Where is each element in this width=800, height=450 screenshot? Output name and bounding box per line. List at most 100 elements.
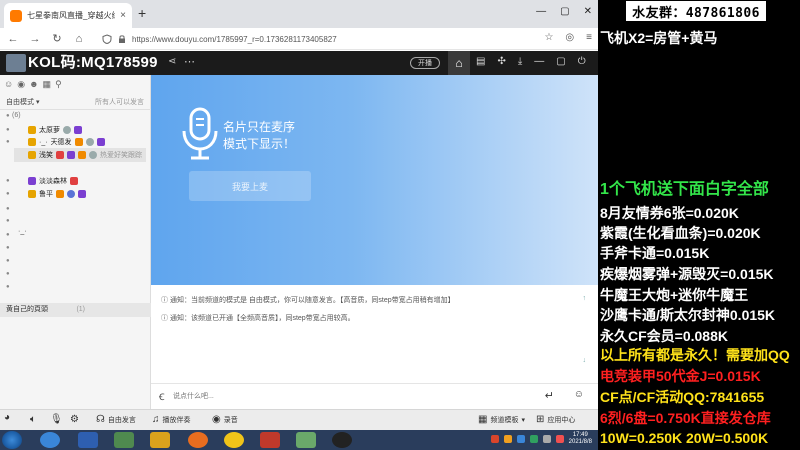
settings-icon[interactable]: ⚙: [70, 414, 79, 425]
record-button[interactable]: ◉ 录音: [212, 414, 238, 425]
tray-icon[interactable]: [529, 435, 538, 443]
headset-icon: ☊: [96, 414, 105, 425]
forward-button[interactable]: →: [26, 33, 44, 45]
left-panel-icons: ☺ ◉ ☻ ▦ ⚲: [4, 79, 62, 90]
maximize-icon[interactable]: ▢: [560, 6, 569, 17]
browser-app-icon[interactable]: [40, 432, 60, 448]
user-icon[interactable]: ☺: [4, 79, 13, 90]
crown-icon: [78, 151, 86, 159]
home-icon[interactable]: ⌂: [70, 33, 88, 45]
reload-button[interactable]: ↻: [48, 32, 66, 45]
app-icon[interactable]: [78, 432, 98, 448]
share-icon[interactable]: ⋖: [168, 56, 176, 67]
username: 浅笑: [39, 152, 53, 159]
list-icon[interactable]: ▤: [476, 56, 485, 67]
list-item[interactable]: 淡淡森林: [28, 176, 78, 186]
new-tab-button[interactable]: +: [138, 6, 146, 20]
power-icon[interactable]: ⏻: [578, 56, 586, 67]
clock[interactable]: 17:49 2021/8/8: [569, 432, 592, 446]
overlay-line: 牛魔王大炮+迷你牛魔王: [600, 287, 749, 303]
mic-icon[interactable]: 🎙︎: [50, 414, 63, 425]
home-button[interactable]: ⌂: [448, 51, 470, 75]
firefox-icon[interactable]: [188, 432, 208, 448]
list-item[interactable]: 浅笑 热爱好笑跟踪: [28, 150, 142, 160]
app-icon[interactable]: [114, 432, 134, 448]
close-window-icon[interactable]: ✕: [584, 6, 592, 17]
overlay-line: 1个飞机送下面白字全部: [600, 181, 769, 198]
tree-dot: ●: [6, 206, 10, 212]
channel-template-button[interactable]: ▦ 频道模板 ▾: [478, 414, 525, 425]
minimize-app-icon[interactable]: —: [534, 56, 544, 67]
restore-app-icon[interactable]: ▢: [556, 56, 565, 67]
list-item[interactable]: ·_· 天德发: [28, 137, 105, 147]
app-icon[interactable]: [332, 432, 352, 448]
close-tab-icon[interactable]: ×: [120, 10, 126, 21]
clock-date: 2021/8/8: [568, 439, 592, 445]
game-app-icon[interactable]: [150, 432, 170, 448]
list-item[interactable]: 太原萝: [28, 125, 82, 135]
tray-icon[interactable]: [516, 435, 525, 443]
location-icon[interactable]: ◉: [17, 79, 25, 90]
chat-input[interactable]: [173, 389, 533, 404]
join-mic-button[interactable]: 我要上麦: [189, 171, 311, 201]
app-center-label: 应用中心: [547, 416, 576, 424]
pin-icon[interactable]: ⤓: [518, 56, 522, 67]
emoji-icon[interactable]: ☺: [574, 389, 584, 400]
main-stage: 名片只在麦序模式下显示！ 我要上麦: [151, 75, 598, 285]
username: 天德发: [50, 139, 72, 146]
play-music-button[interactable]: ♫ 播放伴奏: [152, 414, 191, 425]
start-button[interactable]: [2, 431, 22, 449]
browser-tab[interactable]: 七星拳南风直播_穿越火线直播 ×: [4, 3, 132, 28]
url-text: https://www.douyu.com/1785997_r=0.173628…: [132, 34, 337, 44]
app-icon[interactable]: [260, 432, 280, 448]
record-label: 录音: [223, 416, 238, 424]
tree-dot: ●: [6, 113, 10, 119]
mode-dropdown[interactable]: 自由模式 ▾: [6, 97, 39, 107]
tray-icon[interactable]: [490, 435, 499, 443]
app-center-button[interactable]: ⊞ 应用中心: [536, 414, 575, 425]
overlay-line: 8月友情券6张=0.020K: [600, 205, 739, 221]
chat-text: 通知：该频道已开通【全频高音质】，同step带宽占用较高。: [169, 315, 355, 322]
microphone-icon: [182, 107, 218, 160]
face-icon: ·_·: [39, 138, 48, 146]
broadcast-button[interactable]: 开播: [410, 57, 440, 69]
free-talk-button[interactable]: ☊ 自由发言: [96, 414, 136, 425]
chat-message: ⓘ 通知：该频道已开通【全频高音质】，同step带宽占用较高。: [161, 313, 355, 323]
qq-group-text: 水友群：487861806: [632, 5, 760, 21]
overlay-line: 手斧卡通=0.015K: [600, 245, 710, 261]
app-icon[interactable]: [224, 432, 244, 448]
app-header: KOL码:MQ178599 ⋖ ⋯ 开播 ⌂ ▤ ✣ ⤓ — ▢ ⏻: [0, 51, 598, 75]
send-icon[interactable]: ↵: [545, 389, 554, 402]
list-item[interactable]: 鲁平: [28, 189, 86, 199]
speaker-icon[interactable]: 🔈︎: [30, 414, 36, 425]
level-icon: [56, 151, 64, 159]
system-tray: 17:49 2021/8/8: [490, 432, 592, 446]
account-icon[interactable]: ◎: [565, 32, 574, 43]
scroll-up-icon[interactable]: ↑: [583, 295, 587, 302]
grid-icon[interactable]: ▦: [43, 79, 52, 90]
tab-bar: 七星拳南风直播_穿越火线直播 × + — ▢ ✕: [0, 0, 598, 28]
tray-icon[interactable]: [503, 435, 512, 443]
tray-icon[interactable]: [555, 435, 564, 443]
medal-icon: [78, 190, 86, 198]
app-icon[interactable]: [296, 432, 316, 448]
friends-icon[interactable]: ☻: [29, 79, 38, 90]
bottom-channel-row[interactable]: 黄自己的頁頭 (1): [0, 303, 151, 317]
gamepad-icon[interactable]: ✣: [497, 56, 505, 67]
overlay-line: 永久CF会员=0.088K: [600, 328, 728, 344]
info-icon: ⓘ: [161, 297, 170, 304]
back-button[interactable]: ←: [4, 33, 22, 45]
menu-icon[interactable]: ≡: [586, 32, 592, 43]
font-icon[interactable]: Ꞓ: [159, 390, 165, 403]
more-icon[interactable]: ⋯: [184, 55, 195, 68]
gift-icon: [63, 126, 71, 134]
header-icons: ▤ ✣ ⤓ — ▢ ⏻: [476, 56, 586, 67]
scroll-down-icon[interactable]: ↓: [583, 357, 587, 364]
star-icon[interactable]: ☆: [544, 32, 553, 43]
voice-level-icon[interactable]: ◕: [4, 412, 10, 423]
tray-icon[interactable]: [542, 435, 551, 443]
minimize-icon[interactable]: —: [536, 6, 546, 17]
search-icon[interactable]: ⚲: [55, 79, 62, 90]
tree-dot: ●: [6, 218, 10, 224]
address-bar[interactable]: https://www.douyu.com/1785997_r=0.173628…: [102, 31, 512, 47]
